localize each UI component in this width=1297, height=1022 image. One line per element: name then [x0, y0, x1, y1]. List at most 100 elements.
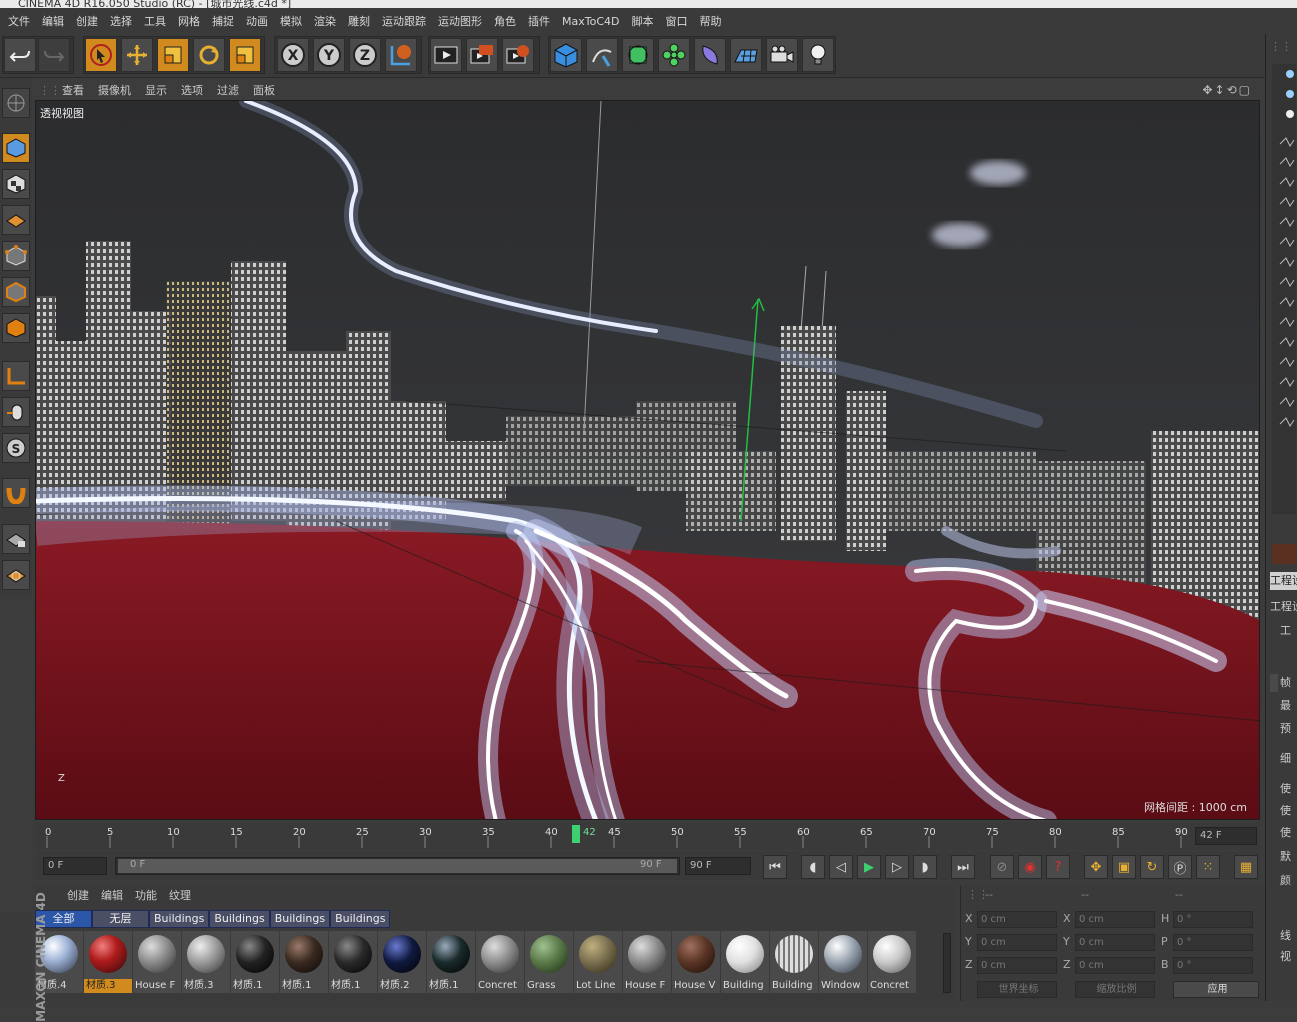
make-editable-icon[interactable]: [2, 88, 30, 118]
render-settings-icon[interactable]: [502, 38, 534, 72]
key-scale-icon[interactable]: ▣: [1112, 855, 1136, 879]
preview-range-slider[interactable]: 0 F 90 F: [115, 857, 680, 875]
y-axis-icon[interactable]: Y: [313, 38, 345, 72]
playhead[interactable]: [572, 825, 580, 843]
prev-key-icon[interactable]: ◖: [801, 855, 825, 879]
auto-key-icon[interactable]: ◉: [1018, 855, 1042, 879]
tab-buildings-3[interactable]: Buildings: [269, 910, 331, 928]
material-menu-create[interactable]: 创建: [61, 887, 95, 903]
keyframe-help-icon[interactable]: ?: [1046, 855, 1070, 879]
menu-simulate[interactable]: 模拟: [274, 13, 308, 29]
z-axis-icon[interactable]: Z: [349, 38, 381, 72]
viewport-menu-options[interactable]: 选项: [174, 82, 210, 98]
planar-workplane-icon[interactable]: [2, 560, 30, 590]
size-y-field[interactable]: 0 cm: [1075, 934, 1155, 951]
material-item[interactable]: 材质.3: [182, 931, 230, 993]
rotation-b-field[interactable]: 0 °: [1173, 957, 1253, 974]
goto-end-icon[interactable]: ⏭: [951, 855, 975, 879]
cube-icon[interactable]: [550, 38, 582, 72]
menu-script[interactable]: 脚本: [625, 13, 659, 29]
material-scrollbar[interactable]: [943, 933, 951, 993]
redo-icon[interactable]: [38, 38, 70, 72]
rotation-p-field[interactable]: 0 °: [1173, 934, 1253, 951]
position-z-field[interactable]: 0 cm: [977, 957, 1057, 974]
floor-icon[interactable]: [730, 38, 762, 72]
timeline-window-icon[interactable]: ▦: [1234, 855, 1258, 879]
current-frame-field[interactable]: 42 F: [1195, 827, 1257, 845]
material-item[interactable]: 材质.1: [280, 931, 328, 993]
polygons-mode-icon[interactable]: [2, 313, 30, 343]
menu-character[interactable]: 角色: [488, 13, 522, 29]
menu-snap[interactable]: 捕捉: [206, 13, 240, 29]
menu-help[interactable]: 帮助: [693, 13, 727, 29]
material-menu-edit[interactable]: 编辑: [95, 887, 129, 903]
tab-buildings-4[interactable]: Buildings: [330, 910, 391, 928]
material-item[interactable]: 材质.1: [329, 931, 377, 993]
material-item[interactable]: Concret: [476, 931, 524, 993]
material-item[interactable]: 材质.1: [231, 931, 279, 993]
viewport-menu-filter[interactable]: 过滤: [210, 82, 246, 98]
prev-frame-icon[interactable]: ◁: [829, 855, 853, 879]
position-y-field[interactable]: 0 cm: [977, 934, 1057, 951]
rotate-icon[interactable]: [193, 38, 225, 72]
light-icon[interactable]: [802, 38, 834, 72]
menu-tools[interactable]: 工具: [138, 13, 172, 29]
menu-sculpt[interactable]: 雕刻: [342, 13, 376, 29]
key-position-icon[interactable]: ✥: [1084, 855, 1108, 879]
material-item[interactable]: House V: [672, 931, 720, 993]
world-coords-icon[interactable]: [385, 38, 417, 72]
move-icon[interactable]: [121, 38, 153, 72]
menu-render[interactable]: 渲染: [308, 13, 342, 29]
select-arrow-icon[interactable]: [85, 38, 117, 72]
key-pla-icon[interactable]: ⁙: [1196, 855, 1220, 879]
goto-start-icon[interactable]: ⏮: [763, 855, 787, 879]
snap-icon[interactable]: S: [2, 433, 30, 463]
workplane-mode-icon[interactable]: [2, 205, 30, 235]
attr-field[interactable]: [1270, 674, 1278, 692]
menu-animate[interactable]: 动画: [240, 13, 274, 29]
end-frame-field[interactable]: 90 F: [685, 857, 751, 875]
material-item[interactable]: Window: [819, 931, 867, 993]
start-frame-field[interactable]: 0 F: [43, 857, 107, 875]
position-x-field[interactable]: 0 cm: [977, 911, 1057, 928]
next-frame-icon[interactable]: ▷: [885, 855, 909, 879]
material-item[interactable]: 材质.2: [378, 931, 426, 993]
material-item[interactable]: Building: [721, 931, 769, 993]
menu-select[interactable]: 选择: [104, 13, 138, 29]
edges-mode-icon[interactable]: [2, 277, 30, 307]
tab-buildings-2[interactable]: Buildings: [209, 910, 270, 928]
tab-buildings-1[interactable]: Buildings: [149, 910, 210, 928]
menu-file[interactable]: 文件: [2, 13, 36, 29]
material-item[interactable]: Concret: [868, 931, 916, 993]
last-tool-icon[interactable]: [229, 38, 261, 72]
material-item[interactable]: Building: [770, 931, 818, 993]
texture-mode-icon[interactable]: [2, 169, 30, 199]
rotation-h-field[interactable]: 0 °: [1173, 911, 1253, 928]
viewport-menu-view[interactable]: 查看: [55, 82, 91, 98]
model-mode-icon[interactable]: [2, 133, 30, 163]
material-menu-texture[interactable]: 纹理: [163, 887, 197, 903]
material-item[interactable]: Grass: [525, 931, 573, 993]
next-key-icon[interactable]: ◗: [913, 855, 937, 879]
record-keys-icon[interactable]: ⊘: [990, 855, 1014, 879]
material-item[interactable]: Lot Line: [574, 931, 622, 993]
menu-mesh[interactable]: 网格: [172, 13, 206, 29]
subdivision-icon[interactable]: [622, 38, 654, 72]
object-list-clipped[interactable]: [1272, 64, 1296, 514]
material-menu-function[interactable]: 功能: [129, 887, 163, 903]
cloner-icon[interactable]: [658, 38, 690, 72]
camera-icon[interactable]: [766, 38, 798, 72]
key-rotation-icon[interactable]: ↻: [1140, 855, 1164, 879]
material-item[interactable]: 材质.1: [427, 931, 475, 993]
axis-mode-icon[interactable]: [2, 361, 30, 391]
material-item[interactable]: House F: [133, 931, 181, 993]
points-mode-icon[interactable]: [2, 241, 30, 271]
project-settings-icon[interactable]: [1272, 544, 1296, 564]
scale-icon[interactable]: [157, 38, 189, 72]
perspective-viewport[interactable]: 透视视图 网格间距 : 1000 cm Z: [35, 100, 1260, 820]
menu-maxtoc4d[interactable]: MaxToC4D: [556, 15, 625, 28]
viewport-menu-panel[interactable]: 面板: [246, 82, 282, 98]
undo-icon[interactable]: [4, 38, 36, 72]
spline-pen-icon[interactable]: [586, 38, 618, 72]
timeline-ruler[interactable]: 0 5 10 15 20 25 30 35 40 45 50 55 60 65 …: [35, 822, 1260, 850]
